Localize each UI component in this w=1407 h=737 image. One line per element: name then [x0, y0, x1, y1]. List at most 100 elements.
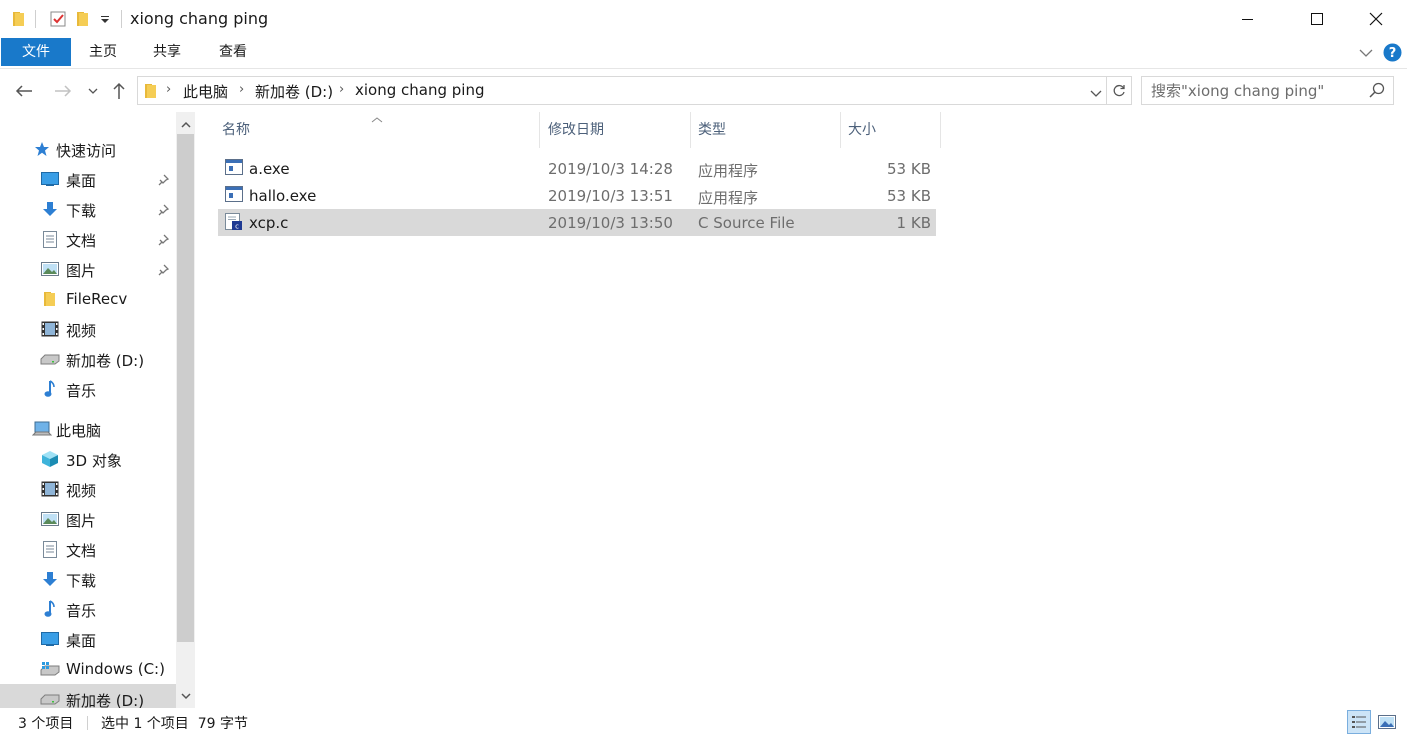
file-row[interactable]: c xcp.c 2019/10/3 13:50 C Source File 1 …: [218, 209, 936, 236]
address-history-chevron-icon[interactable]: [1090, 86, 1102, 102]
recent-locations-button[interactable]: [83, 80, 103, 102]
nav-music[interactable]: 音乐: [0, 594, 176, 624]
download-icon: [40, 200, 60, 218]
close-button[interactable]: [1353, 0, 1399, 37]
file-date: 2019/10/3 13:51: [548, 187, 673, 205]
nav-documents[interactable]: 文档: [0, 534, 176, 564]
tab-file[interactable]: 文件: [1, 38, 71, 66]
details-view-button[interactable]: [1347, 710, 1371, 734]
scrollbar-thumb[interactable]: [177, 134, 194, 642]
nav-label: 此电脑: [56, 422, 102, 440]
maximize-button[interactable]: [1294, 0, 1340, 37]
nav-label: 图片: [66, 512, 97, 530]
nav-desktop[interactable]: 桌面: [0, 624, 176, 654]
nav-downloads[interactable]: 下载: [0, 194, 176, 224]
help-icon[interactable]: ?: [1383, 43, 1402, 66]
up-button[interactable]: [107, 80, 131, 102]
file-date: 2019/10/3 13:50: [548, 214, 673, 232]
search-input[interactable]: [1142, 77, 1362, 104]
pin-icon[interactable]: [157, 172, 170, 190]
chevron-right-icon[interactable]: ›: [166, 82, 171, 97]
column-header-date[interactable]: 修改日期: [544, 112, 690, 148]
navigation-pane: 快速访问 桌面 下载 文档 图片 FileRecv 视频 新加卷 (D:) 音乐: [0, 112, 196, 708]
navigation-bar: › 此电脑 › 新加卷 (D:) › xiong chang ping: [0, 70, 1407, 112]
item-count: 3 个项目: [18, 716, 74, 732]
document-icon: [40, 540, 60, 558]
title-bar: xiong chang ping: [0, 0, 1407, 37]
column-header-size[interactable]: 大小: [844, 112, 940, 148]
nav-drive-d[interactable]: 新加卷 (D:): [0, 684, 176, 708]
new-folder-icon[interactable]: [74, 9, 92, 29]
file-row[interactable]: a.exe 2019/10/3 14:28 应用程序 53 KB: [218, 155, 936, 182]
breadcrumb-current-folder[interactable]: xiong chang ping: [355, 81, 484, 99]
exe-icon: [225, 186, 243, 206]
search-box[interactable]: [1141, 76, 1394, 105]
nav-pictures[interactable]: 图片: [0, 254, 176, 284]
tab-home[interactable]: 主页: [82, 38, 124, 66]
svg-text:c: c: [235, 223, 239, 231]
column-header-name[interactable]: 名称: [218, 112, 540, 148]
nav-drive-c[interactable]: Windows (C:): [0, 654, 176, 684]
windows-drive-icon: [40, 660, 60, 678]
minimize-button[interactable]: [1225, 0, 1271, 37]
nav-scrollbar[interactable]: [176, 112, 195, 708]
file-name: xcp.c: [249, 214, 289, 232]
refresh-button[interactable]: [1107, 76, 1132, 105]
nav-quick-access[interactable]: 快速访问: [0, 134, 176, 164]
file-type: C Source File: [698, 214, 795, 232]
status-bar: 3 个项目 选中 1 个项目 79 字节: [0, 708, 1407, 737]
large-icons-view-icon: [1378, 715, 1396, 729]
pin-icon[interactable]: [157, 202, 170, 220]
nav-filerecv[interactable]: FileRecv: [0, 284, 176, 314]
scroll-up-icon[interactable]: [176, 114, 195, 134]
nav-label: 新加卷 (D:): [66, 692, 145, 708]
desktop-icon: [40, 170, 60, 188]
music-icon: [40, 380, 60, 398]
file-name: hallo.exe: [249, 187, 317, 205]
column-header-type[interactable]: 类型: [694, 112, 840, 148]
nav-pictures[interactable]: 图片: [0, 504, 176, 534]
svg-text:?: ?: [1389, 46, 1397, 61]
close-icon: [1369, 12, 1383, 25]
refresh-icon: [1113, 84, 1125, 96]
nav-label: 视频: [66, 322, 97, 340]
nav-3d-objects[interactable]: 3D 对象: [0, 444, 176, 474]
customize-dropdown-icon[interactable]: [97, 9, 113, 29]
nav-label: 图片: [66, 262, 97, 280]
pin-icon[interactable]: [157, 232, 170, 250]
breadcrumb-this-pc[interactable]: 此电脑: [183, 81, 228, 102]
back-button[interactable]: [12, 80, 36, 102]
download-icon: [40, 570, 60, 588]
nav-desktop[interactable]: 桌面: [0, 164, 176, 194]
chevron-right-icon[interactable]: ›: [239, 82, 244, 97]
ribbon-expand-icon[interactable]: [1359, 46, 1373, 62]
nav-videos[interactable]: 视频: [0, 474, 176, 504]
search-icon[interactable]: [1369, 82, 1385, 102]
selection-info: 选中 1 个项目 79 字节: [101, 716, 248, 732]
nav-music[interactable]: 音乐: [0, 374, 176, 404]
window-title: xiong chang ping: [130, 9, 269, 28]
nav-drive-d[interactable]: 新加卷 (D:): [0, 344, 176, 374]
address-bar[interactable]: › 此电脑 › 新加卷 (D:) › xiong chang ping: [137, 76, 1107, 105]
large-icons-view-button[interactable]: [1375, 710, 1399, 734]
tab-share[interactable]: 共享: [146, 38, 188, 66]
nav-label: 音乐: [66, 602, 97, 620]
file-size: 53 KB: [887, 187, 931, 205]
properties-check-icon[interactable]: [48, 9, 68, 29]
nav-label: 下载: [66, 202, 97, 220]
nav-this-pc[interactable]: 此电脑: [0, 414, 176, 444]
forward-button[interactable]: [51, 80, 75, 102]
pin-icon[interactable]: [157, 262, 170, 280]
nav-label: 视频: [66, 482, 97, 500]
nav-label: 桌面: [66, 632, 97, 650]
chevron-right-icon[interactable]: ›: [339, 82, 344, 97]
breadcrumb-drive-d[interactable]: 新加卷 (D:): [255, 81, 333, 102]
tab-view[interactable]: 查看: [212, 38, 254, 66]
scroll-down-icon[interactable]: [176, 686, 195, 706]
nav-documents[interactable]: 文档: [0, 224, 176, 254]
file-type: 应用程序: [698, 189, 759, 207]
nav-videos[interactable]: 视频: [0, 314, 176, 344]
file-row[interactable]: hallo.exe 2019/10/3 13:51 应用程序 53 KB: [218, 182, 936, 209]
nav-downloads[interactable]: 下载: [0, 564, 176, 594]
nav-label: 文档: [66, 542, 97, 560]
